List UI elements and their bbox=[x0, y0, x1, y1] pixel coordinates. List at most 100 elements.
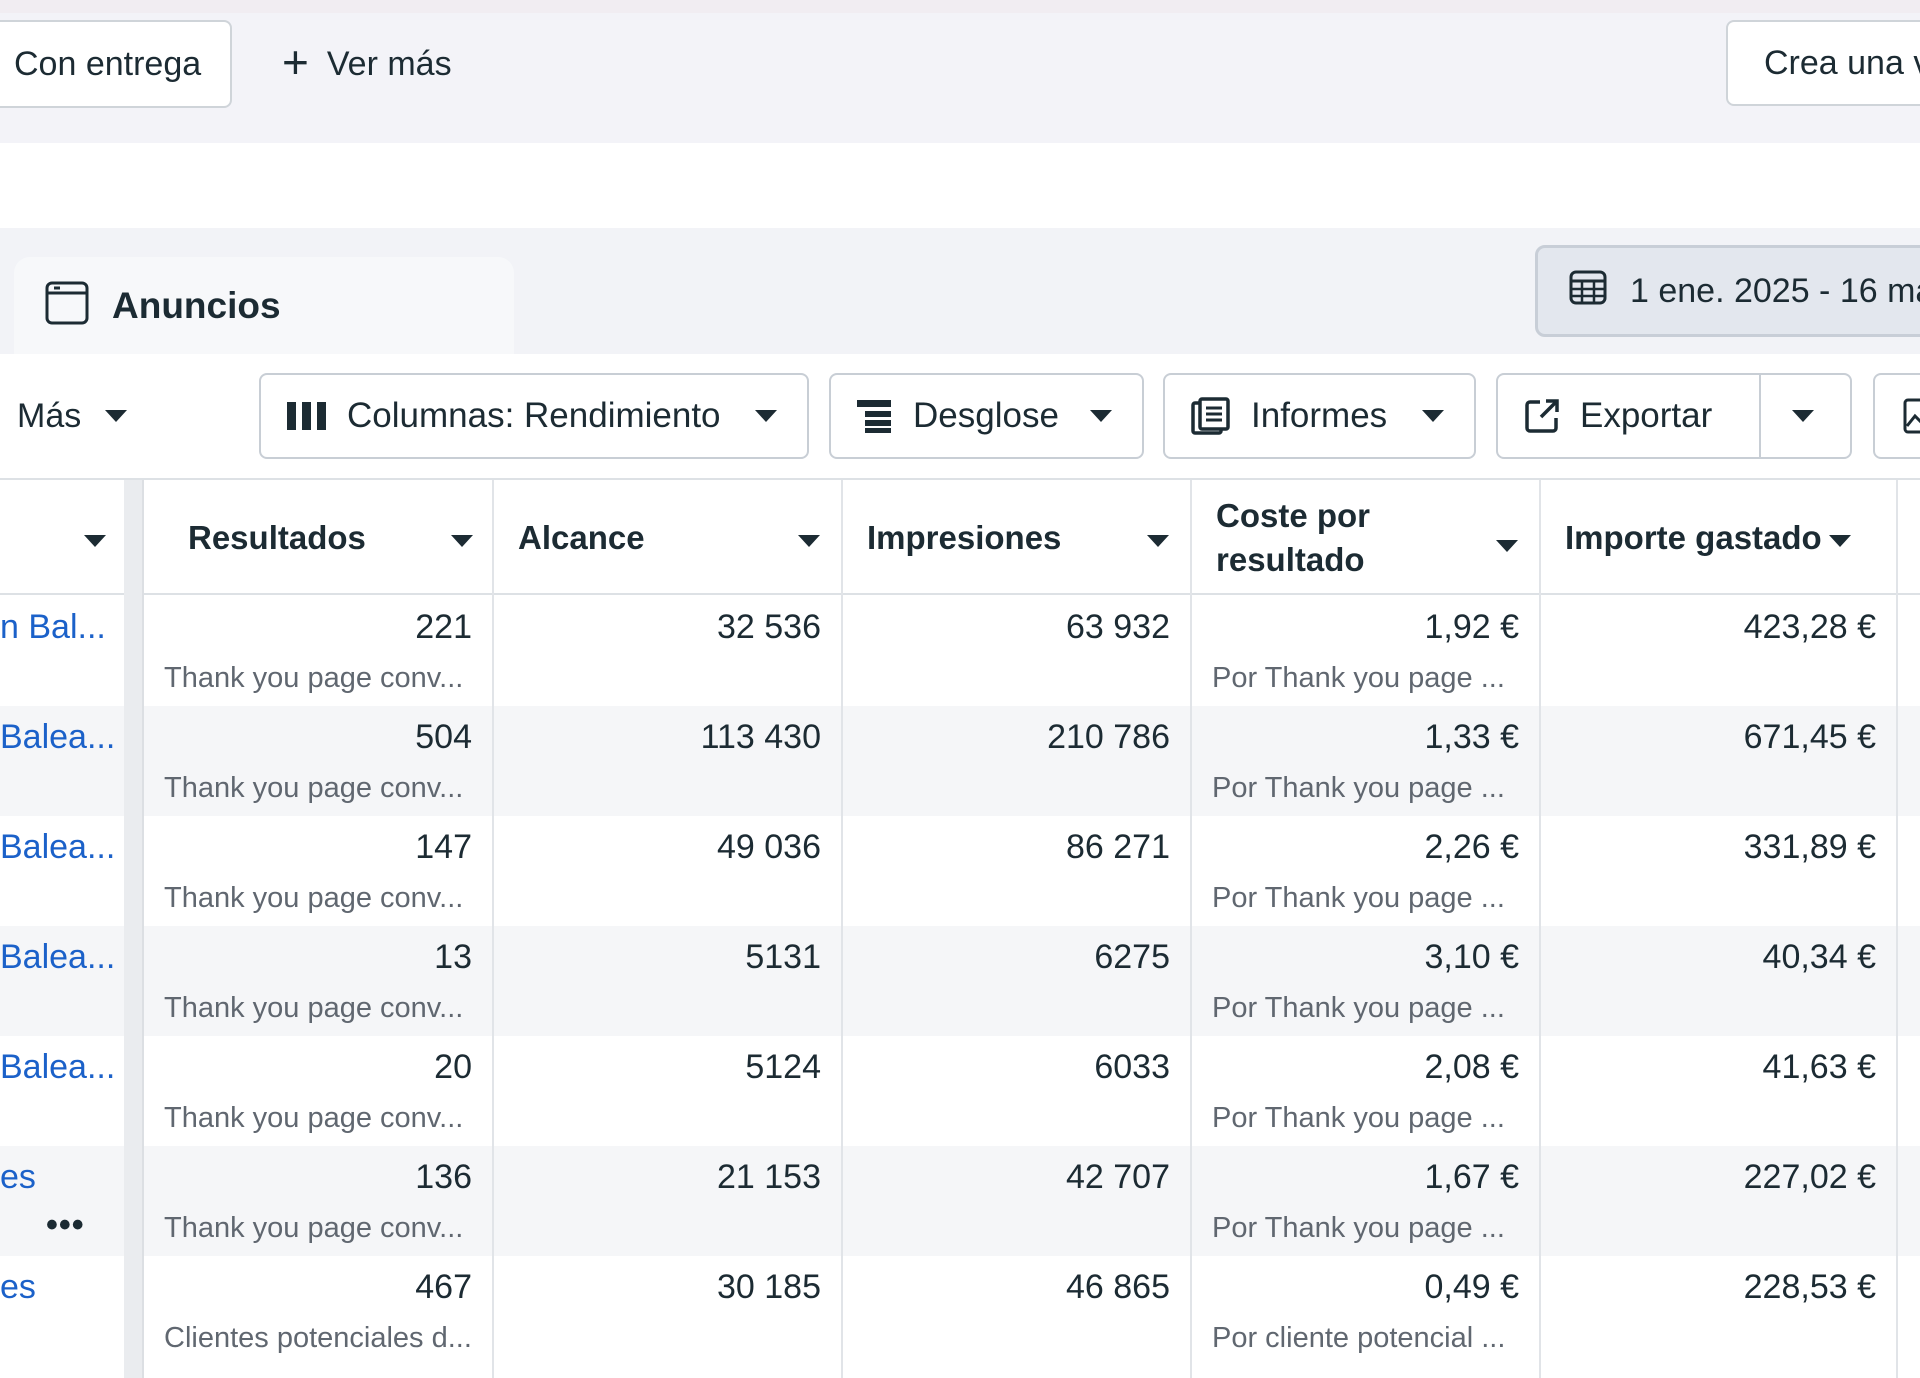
ad-name-link[interactable]: Balea... bbox=[0, 938, 115, 977]
cell-value: 42 707 bbox=[1066, 1158, 1170, 1196]
cell-results: 504 Thank you page conv... bbox=[144, 706, 492, 816]
cell-subtext: Por Thank you page ... bbox=[1212, 882, 1505, 914]
table-row[interactable]: es ••• 136 Thank you page conv... 21 153 42 7… bbox=[0, 1146, 1920, 1256]
chart-icon bbox=[1903, 398, 1920, 434]
cell-subtext: Thank you page conv... bbox=[164, 1212, 464, 1244]
chart-view-button[interactable] bbox=[1873, 373, 1920, 459]
chevron-down-icon bbox=[1422, 410, 1444, 422]
row-more-options-icon[interactable]: ••• bbox=[46, 1206, 85, 1245]
table-row[interactable]: Balea... 147 Thank you page conv... 49 036 8… bbox=[0, 816, 1920, 926]
column-divider bbox=[1896, 480, 1898, 1378]
cell-subtext: Thank you page conv... bbox=[164, 662, 464, 694]
cell-subtext: Thank you page conv... bbox=[164, 772, 464, 804]
cell-results: 147 Thank you page conv... bbox=[144, 816, 492, 926]
cell-impressions: 63 932 bbox=[843, 596, 1190, 706]
table-row[interactable]: Balea... 13 Thank you page conv... 5131 6275… bbox=[0, 926, 1920, 1036]
chevron-down-icon[interactable] bbox=[84, 535, 106, 547]
table-row[interactable]: n Bal... 221 Thank you page conv... 32 536 6… bbox=[0, 596, 1920, 706]
cell-reach: 5124 bbox=[494, 1036, 841, 1146]
ad-name-link[interactable]: es bbox=[0, 1158, 36, 1197]
ad-name-link[interactable]: es bbox=[0, 1268, 36, 1307]
chevron-down-icon bbox=[1829, 535, 1851, 547]
column-divider bbox=[841, 480, 843, 1378]
breakdown-button[interactable]: Desglose bbox=[829, 373, 1144, 459]
cell-value: 46 865 bbox=[1066, 1268, 1170, 1306]
column-header-cost-per-result[interactable]: Coste por resultado bbox=[1216, 480, 1538, 595]
create-view-label: Crea una v bbox=[1764, 43, 1920, 82]
ad-name-link[interactable]: Balea... bbox=[0, 828, 115, 867]
table-row[interactable]: es 467 Clientes potenciales d... 30 185 46 8… bbox=[0, 1256, 1920, 1366]
cell-value: 1,33 € bbox=[1424, 718, 1519, 756]
chevron-down-icon bbox=[1090, 410, 1112, 422]
see-more-button[interactable]: + Ver más bbox=[282, 20, 452, 108]
cell-value: 147 bbox=[415, 828, 472, 866]
columns-button[interactable]: Columnas: Rendimiento bbox=[259, 373, 809, 459]
filter-delivered-button[interactable]: Con entrega bbox=[0, 20, 232, 108]
cell-subtext: Por Thank you page ... bbox=[1212, 662, 1505, 694]
cell-reach: 113 430 bbox=[494, 706, 841, 816]
cell-reach: 5131 bbox=[494, 926, 841, 1036]
columns-label: Columnas: Rendimiento bbox=[347, 396, 721, 435]
more-button[interactable]: Más bbox=[17, 373, 128, 459]
reports-button[interactable]: Informes bbox=[1163, 373, 1476, 459]
ad-name-link[interactable]: Balea... bbox=[0, 718, 115, 757]
column-divider bbox=[1539, 480, 1541, 1378]
cell-results: 13 Thank you page conv... bbox=[144, 926, 492, 1036]
ad-name-link[interactable]: n Bal... bbox=[0, 608, 106, 647]
column-divider bbox=[1190, 480, 1192, 1378]
export-button[interactable]: Exportar bbox=[1496, 373, 1852, 459]
cell-subtext: Por Thank you page ... bbox=[1212, 772, 1505, 804]
cell-value: 13 bbox=[434, 938, 472, 976]
cell-cost: 1,33 € Por Thank you page ... bbox=[1192, 706, 1539, 816]
cell-value: 40,34 € bbox=[1762, 938, 1876, 976]
create-view-button[interactable]: Crea una v bbox=[1726, 20, 1920, 106]
cell-cost: 3,10 € Por Thank you page ... bbox=[1192, 926, 1539, 1036]
tab-ads[interactable]: Anuncios bbox=[14, 257, 514, 354]
plus-icon: + bbox=[282, 36, 309, 88]
filter-delivered-label: Con entrega bbox=[14, 44, 202, 83]
cell-value: 113 430 bbox=[700, 718, 821, 756]
cell-value: 49 036 bbox=[717, 828, 821, 866]
cell-subtext: Thank you page conv... bbox=[164, 992, 464, 1024]
cell-impressions: 6275 bbox=[843, 926, 1190, 1036]
cell-spent: 227,02 € bbox=[1541, 1146, 1896, 1256]
cell-cost: 1,67 € Por Thank you page ... bbox=[1192, 1146, 1539, 1256]
chevron-down-icon bbox=[755, 410, 777, 422]
reports-icon bbox=[1191, 397, 1231, 435]
column-header-label: Impresiones bbox=[867, 518, 1062, 556]
table-row[interactable]: Balea... 20 Thank you page conv... 5124 6033… bbox=[0, 1036, 1920, 1146]
cell-value: 227,02 € bbox=[1743, 1158, 1876, 1196]
column-header-results[interactable]: Resultados bbox=[188, 480, 493, 595]
cell-value: 2,26 € bbox=[1424, 828, 1519, 866]
cell-value: 21 153 bbox=[717, 1158, 821, 1196]
ad-icon bbox=[44, 280, 90, 331]
chevron-down-icon[interactable] bbox=[1792, 410, 1814, 422]
cell-results: 467 Clientes potenciales d... bbox=[144, 1256, 492, 1366]
date-range-picker[interactable]: 1 ene. 2025 - 16 ma bbox=[1535, 245, 1920, 337]
cell-value: 2,08 € bbox=[1424, 1048, 1519, 1086]
export-split-divider bbox=[1759, 373, 1761, 459]
chevron-down-icon bbox=[1147, 535, 1169, 547]
column-header-amount-spent[interactable]: Importe gastado bbox=[1565, 480, 1883, 595]
column-header-label: Resultados bbox=[188, 518, 366, 556]
cell-value: 467 bbox=[415, 1268, 472, 1306]
table-row[interactable]: Balea... 504 Thank you page conv... 113 430… bbox=[0, 706, 1920, 816]
table-header: Resultados Alcance Impresiones Coste por… bbox=[0, 480, 1920, 595]
cell-value: 1,67 € bbox=[1424, 1158, 1519, 1196]
cell-subtext: Por cliente potencial ... bbox=[1212, 1322, 1506, 1354]
tab-ads-label: Anuncios bbox=[112, 284, 281, 326]
cell-reach: 32 536 bbox=[494, 596, 841, 706]
cell-cost: 2,26 € Por Thank you page ... bbox=[1192, 816, 1539, 926]
column-divider bbox=[492, 480, 494, 1378]
breakdown-icon bbox=[857, 398, 893, 434]
cell-value: 331,89 € bbox=[1743, 828, 1876, 866]
column-header-label: Coste por resultado bbox=[1216, 494, 1370, 582]
calendar-icon bbox=[1568, 267, 1608, 316]
cell-impressions: 42 707 bbox=[843, 1146, 1190, 1256]
ad-name-link[interactable]: Balea... bbox=[0, 1048, 115, 1087]
cell-value: 30 185 bbox=[717, 1268, 821, 1306]
chevron-down-icon bbox=[105, 410, 128, 422]
cell-value: 0,49 € bbox=[1424, 1268, 1519, 1306]
column-header-reach[interactable]: Alcance bbox=[518, 480, 840, 595]
column-header-impressions[interactable]: Impresiones bbox=[867, 480, 1189, 595]
